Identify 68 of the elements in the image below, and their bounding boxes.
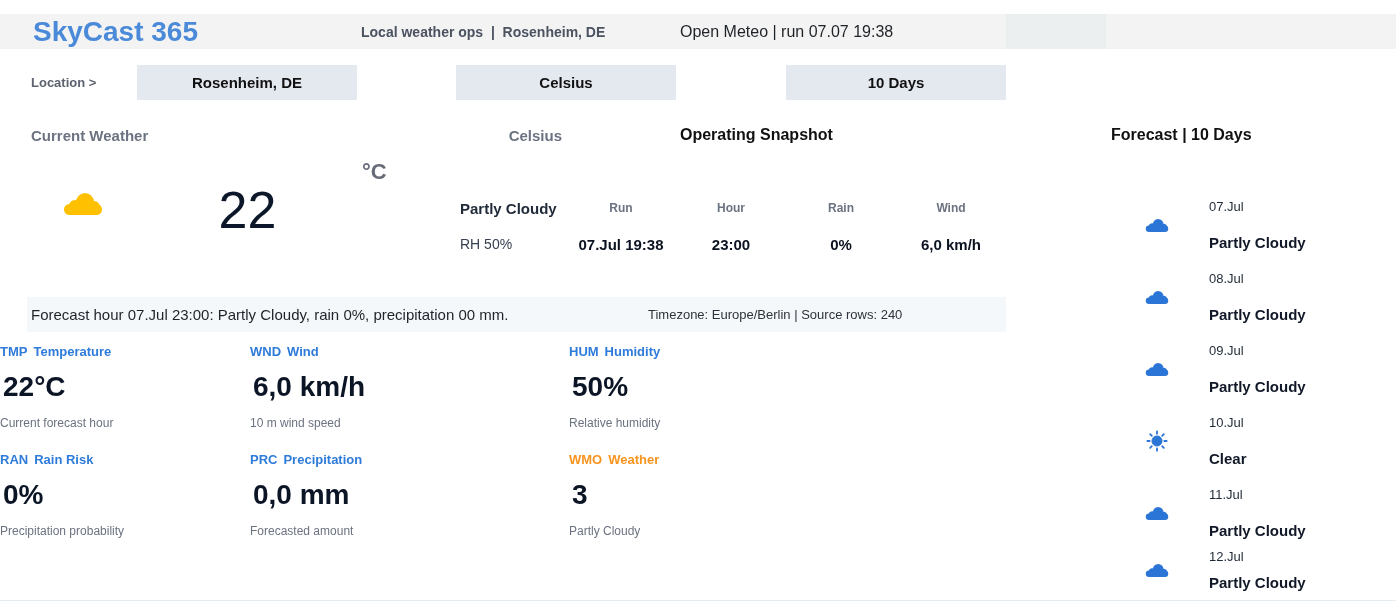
selector-field[interactable]: 10 Days (786, 65, 1006, 100)
snapshot-value: 0% (830, 235, 852, 253)
selector-field[interactable]: Rosenheim, DE (137, 65, 357, 100)
metric-value: 22°C (2, 370, 66, 404)
forecast-condition: Partly Cloudy (1209, 377, 1306, 397)
snapshot-label: Rain (828, 201, 854, 215)
metric-code: TMP (0, 343, 28, 359)
section-heading: Operating Snapshot (679, 126, 834, 144)
metric-note: 10 m wind speed (250, 415, 341, 432)
sun-icon (1146, 430, 1168, 452)
summary-meta: Timezone: Europe/Berlin | Source rows: 240 (648, 307, 904, 322)
metric-value: 6,0 km/h (252, 370, 366, 404)
condition-text: Partly Cloudy (460, 199, 558, 217)
metric-code: WMO (569, 451, 603, 467)
metric-code: PRC (250, 451, 278, 467)
cloud-icon (1145, 290, 1169, 304)
cloud-icon (62, 193, 103, 215)
forecast-condition: Partly Cloudy (1209, 573, 1306, 593)
forecast-date: 08.Jul (1209, 270, 1244, 288)
metric-value: 0,0 mm (252, 478, 350, 512)
metric-code: WND (250, 343, 282, 359)
forecast-condition: Partly Cloudy (1209, 305, 1306, 325)
temperature-value: 22 (218, 180, 277, 240)
cloud-icon (1145, 506, 1169, 520)
metric-label: Humidity (604, 343, 661, 359)
metric-label: Precipitation (283, 451, 363, 467)
snapshot-label: Run (609, 201, 633, 215)
section-heading: Current Weather (30, 126, 150, 144)
metric-label: Weather (608, 451, 660, 467)
metric-label: Wind (287, 343, 319, 359)
cloud-icon (1145, 362, 1169, 376)
cloud-icon (1145, 218, 1169, 232)
header-subtitle: Local weather ops | Rosenheim, DE (361, 23, 607, 40)
forecast-heading: Forecast | 10 Days (1111, 125, 1253, 145)
snapshot-value: 23:00 (711, 235, 751, 253)
metric-value: 3 (571, 478, 588, 512)
selector-field[interactable]: Celsius (456, 65, 676, 100)
metric-note: Precipitation probability (0, 523, 125, 540)
forecast-date: 12.Jul (1209, 548, 1244, 566)
forecast-condition: Partly Cloudy (1209, 521, 1306, 541)
metric-code: HUM (569, 343, 599, 359)
forecast-condition: Clear (1209, 449, 1247, 469)
location-label: Location > (30, 74, 98, 92)
app-title: SkyCast 365 (32, 15, 199, 48)
metric-note: Current forecast hour (0, 415, 114, 432)
humidity-text: RH 50% (460, 236, 514, 252)
forecast-date: 11.Jul (1209, 486, 1243, 504)
metric-label: Temperature (33, 343, 112, 359)
metric-value: 50% (571, 370, 629, 404)
forecast-date: 09.Jul (1209, 342, 1244, 360)
snapshot-label: Wind (936, 201, 966, 215)
metric-value: 0% (2, 478, 44, 512)
metric-code: RAN (0, 451, 29, 467)
metric-note: Partly Cloudy (569, 523, 641, 540)
snapshot-value: 6,0 km/h (921, 235, 981, 253)
forecast-date: 07.Jul (1209, 198, 1244, 216)
source-info: Open Meteo | run 07.07 19:38 (680, 22, 895, 41)
unit-label: °C (361, 159, 388, 185)
summary-text: Forecast hour 07.Jul 23:00: Partly Cloudy, rain 0%, precipitation 00 mm. (30, 306, 510, 323)
metric-note: Forecasted amount (250, 523, 354, 540)
metric-label: Rain Risk (34, 451, 94, 467)
unit-heading: Celsius (508, 126, 563, 144)
forecast-date: 10.Jul (1209, 414, 1244, 432)
forecast-condition: Partly Cloudy (1209, 233, 1306, 253)
metric-note: Relative humidity (569, 415, 661, 432)
snapshot-label: Hour (717, 201, 745, 215)
cloud-icon (1145, 563, 1169, 577)
snapshot-value: 07.Jul 19:38 (578, 235, 664, 253)
